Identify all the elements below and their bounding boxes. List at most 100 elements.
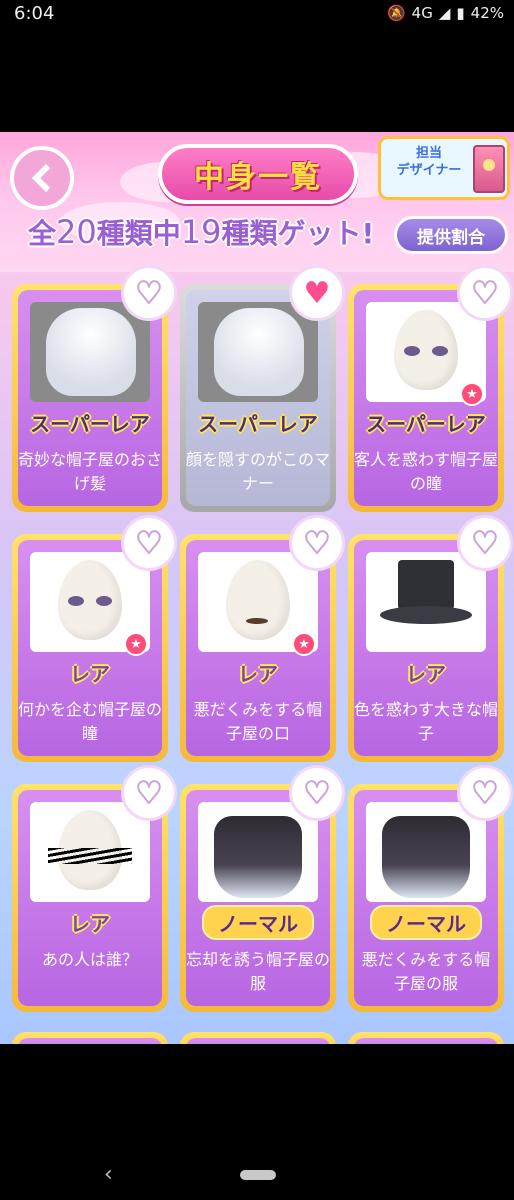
item-thumbnail: [30, 302, 150, 402]
item-card-body: レア色を惑わす大きな帽子: [354, 540, 498, 756]
item-thumbnail: [198, 302, 318, 402]
item-thumbnail: [198, 802, 318, 902]
nav-home-pill[interactable]: [240, 1170, 276, 1180]
scribble-illustration: [48, 848, 132, 864]
star-icon: ★: [292, 632, 316, 656]
rarity-badge: レア: [354, 654, 498, 690]
item-card-body: ★ スーパーレア 客人を惑わす帽子屋の瞳: [354, 290, 498, 506]
designer-button-label: 担当 デザイナー: [389, 145, 469, 179]
item-card[interactable]: レアあの人は誰？: [12, 784, 168, 1012]
hat-brim-illustration: [380, 606, 472, 624]
rarity-badge: スーパーレア: [18, 404, 162, 440]
item-card[interactable]: ノーマル悪だくみをする帽子屋の服: [348, 784, 504, 1012]
status-time: 6:04: [14, 3, 55, 24]
top-letterbox: [0, 28, 514, 132]
eye-illustration: [432, 346, 448, 356]
back-button[interactable]: [10, 146, 74, 210]
item-thumbnail: [366, 802, 486, 902]
count-mid: 種類中: [96, 217, 181, 250]
count-suffix: 種類ゲット!: [221, 217, 375, 250]
item-card-body: スーパーレア 顔を隠すのがこのマナー: [186, 290, 330, 506]
item-name: 色を惑わす大きな帽子: [354, 700, 498, 743]
rarity-badge: レア: [18, 904, 162, 940]
star-icon: ★: [460, 382, 484, 406]
heart-icon[interactable]: ♥: [292, 518, 342, 568]
rarity-badge: ノーマル: [186, 904, 330, 940]
count-got: 19: [180, 213, 222, 251]
rarity-label: レア: [238, 661, 278, 686]
item-card[interactable]: スーパーレア 顔を隠すのがこのマナー: [180, 284, 336, 512]
contents-list-screen: 中身一覧 担当 デザイナー 全20種類中19種類ゲット! 提供割合 スーパーレア…: [0, 132, 514, 1044]
book-icon: [473, 145, 505, 193]
item-card[interactable]: [348, 1032, 504, 1044]
rarity-label: ノーマル: [370, 904, 482, 940]
drop-rate-button[interactable]: 提供割合: [394, 216, 508, 254]
item-name: あの人は誰？: [41, 950, 138, 969]
item-card-body: ★ レア何かを企む帽子屋の瞳: [18, 540, 162, 756]
hat-illustration: [398, 560, 454, 610]
rarity-badge: レア: [186, 654, 330, 690]
rarity-label: ノーマル: [202, 904, 314, 940]
network-label: 4G: [411, 4, 433, 22]
page-title: 中身一覧: [194, 160, 322, 195]
outfit-illustration: [382, 816, 470, 898]
heart-icon[interactable]: ♥: [124, 768, 174, 818]
designer-label-line2: デザイナー: [396, 163, 462, 178]
heart-glyph: ♥: [135, 525, 164, 562]
rarity-badge: スーパーレア: [354, 404, 498, 440]
rarity-badge: ノーマル: [354, 904, 498, 940]
face-base-illustration: [226, 560, 290, 640]
item-name: 顔を隠すのがこのマナー: [186, 450, 330, 493]
item-card[interactable]: スーパーレア奇妙な帽子屋のおさげ髪: [12, 284, 168, 512]
hair-illustration: [46, 308, 136, 396]
eye-illustration: [404, 346, 420, 356]
item-name: 忘却を誘う帽子屋の服: [186, 950, 330, 993]
item-card-body: ノーマル悪だくみをする帽子屋の服: [354, 790, 498, 1006]
heart-icon[interactable]: ♥: [124, 518, 174, 568]
heart-icon[interactable]: ♥: [460, 768, 510, 818]
heart-glyph: ♥: [303, 775, 332, 812]
item-name: 悪だくみをする帽子屋の服: [361, 950, 491, 993]
heart-icon[interactable]: ♥: [460, 518, 510, 568]
heart-glyph: ♥: [471, 275, 500, 312]
item-name: 何かを企む帽子屋の瞳: [18, 700, 162, 743]
heart-icon[interactable]: ♥: [292, 768, 342, 818]
header: 中身一覧 担当 デザイナー 全20種類中19種類ゲット! 提供割合: [0, 132, 514, 272]
item-card-body: ★ レア 悪だくみをする帽子屋の口: [186, 540, 330, 756]
eye-illustration: [96, 596, 112, 606]
rarity-label: レア: [406, 661, 446, 686]
heart-glyph: ♥: [471, 775, 500, 812]
item-card[interactable]: レア色を惑わす大きな帽子: [348, 534, 504, 762]
item-card[interactable]: [180, 1032, 336, 1044]
item-thumbnail: [30, 802, 150, 902]
system-nav-bar: ‹: [0, 1044, 514, 1200]
chevron-left-icon: [31, 163, 61, 193]
item-card[interactable]: ★ スーパーレア 客人を惑わす帽子屋の瞳: [348, 284, 504, 512]
star-icon: ★: [124, 632, 148, 656]
status-bar: 6:04 🔕 4G ◢ ▮ 42%: [0, 0, 514, 28]
page-title-banner: 中身一覧: [158, 144, 358, 204]
rarity-badge: レア: [18, 654, 162, 690]
heart-icon[interactable]: ♥: [292, 268, 342, 318]
mouth-illustration: [246, 618, 268, 624]
rarity-label: スーパーレア: [30, 411, 150, 436]
item-card[interactable]: ノーマル忘却を誘う帽子屋の服: [180, 784, 336, 1012]
heart-icon[interactable]: ♥: [460, 268, 510, 318]
heart-glyph: ♥: [471, 525, 500, 562]
item-card[interactable]: ★ レア 悪だくみをする帽子屋の口: [180, 534, 336, 762]
item-card[interactable]: ★ レア何かを企む帽子屋の瞳: [12, 534, 168, 762]
rarity-label: スーパーレア: [366, 411, 486, 436]
designer-button[interactable]: 担当 デザイナー: [378, 136, 510, 200]
eye-illustration: [68, 596, 84, 606]
heart-icon[interactable]: ♥: [124, 268, 174, 318]
item-card[interactable]: [12, 1032, 168, 1044]
nav-back-icon[interactable]: ‹: [104, 1162, 113, 1187]
item-name: 奇妙な帽子屋のおさげ髪: [18, 450, 162, 493]
mute-icon: 🔕: [386, 4, 406, 22]
collection-count: 全20種類中19種類ゲット!: [28, 212, 374, 252]
count-prefix: 全: [28, 217, 57, 250]
designer-label-line1: 担当: [415, 146, 442, 161]
battery-level: 42%: [470, 4, 504, 22]
outfit-illustration: [214, 816, 302, 898]
heart-glyph: ♥: [303, 525, 332, 562]
